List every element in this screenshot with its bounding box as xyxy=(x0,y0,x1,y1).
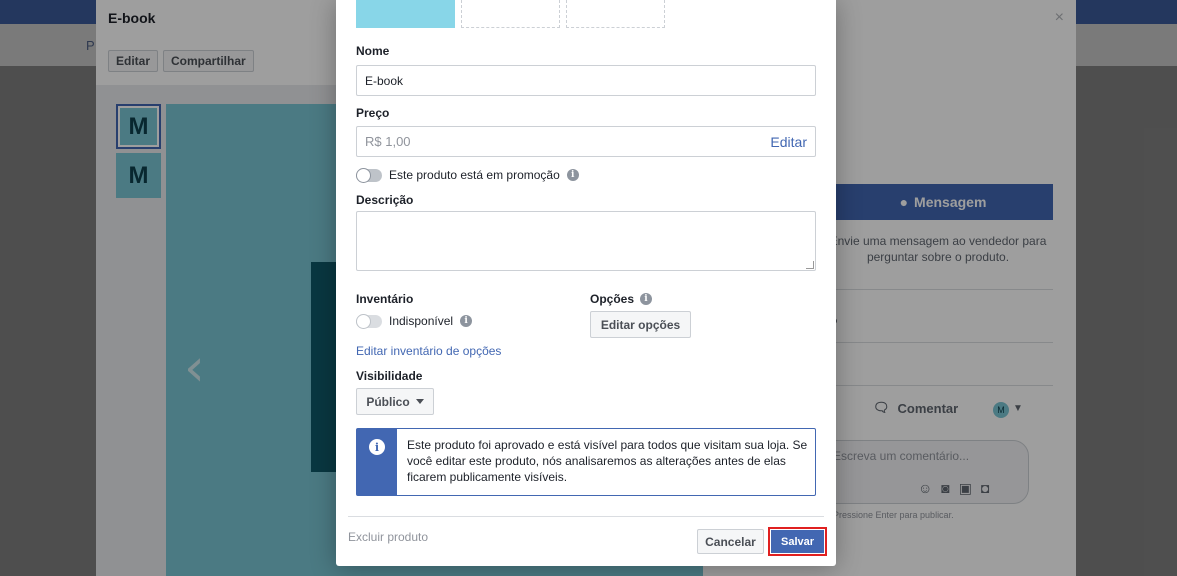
promo-toggle[interactable] xyxy=(356,167,382,183)
options-label-row: Opções i xyxy=(590,292,653,306)
promo-toggle-label: Este produto está em promoção xyxy=(389,168,560,182)
info-icon[interactable]: i xyxy=(640,293,653,305)
edit-options-button[interactable]: Editar opções xyxy=(590,311,691,338)
description-label: Descrição xyxy=(356,193,414,207)
inventory-label: Inventário xyxy=(356,292,414,306)
promo-toggle-row: Este produto está em promoção i xyxy=(356,167,579,183)
empty-image-slot[interactable] xyxy=(566,0,665,28)
save-button[interactable]: Salvar xyxy=(768,527,827,556)
inventory-toggle-row: Indisponível i xyxy=(356,313,473,329)
price-value: R$ 1,00 xyxy=(365,134,411,149)
visibility-label: Visibilidade xyxy=(356,369,423,383)
notice-accent: i xyxy=(357,429,397,495)
price-label: Preço xyxy=(356,106,390,120)
notice-text: Este produto foi aprovado e está visível… xyxy=(407,438,808,484)
edit-product-modal: Nome Preço R$ 1,00 Editar Este produto e… xyxy=(336,0,836,566)
empty-image-slot[interactable] xyxy=(461,0,560,28)
inventory-toggle-label: Indisponível xyxy=(389,314,454,328)
product-image-slot[interactable] xyxy=(356,0,455,28)
price-input[interactable]: R$ 1,00 Editar xyxy=(356,126,816,157)
footer-divider xyxy=(348,516,824,517)
price-edit-link[interactable]: Editar xyxy=(770,134,807,150)
visibility-value: Público xyxy=(366,394,410,409)
description-textarea[interactable] xyxy=(356,211,816,271)
info-icon[interactable]: i xyxy=(566,169,579,181)
edit-inventory-link[interactable]: Editar inventário de opções xyxy=(356,344,501,358)
caret-down-icon xyxy=(415,399,424,404)
name-label: Nome xyxy=(356,44,390,58)
approval-notice: i Este produto foi aprovado e está visív… xyxy=(356,428,816,496)
info-icon[interactable]: i xyxy=(460,315,473,327)
inventory-toggle[interactable] xyxy=(356,313,382,329)
delete-product-link[interactable]: Excluir produto xyxy=(348,530,428,544)
cancel-button[interactable]: Cancelar xyxy=(697,529,764,554)
options-label: Opções xyxy=(590,292,635,306)
name-input[interactable] xyxy=(356,65,816,96)
resize-handle-icon[interactable] xyxy=(806,261,814,269)
info-icon: i xyxy=(369,439,385,455)
visibility-dropdown[interactable]: Público xyxy=(356,388,434,415)
